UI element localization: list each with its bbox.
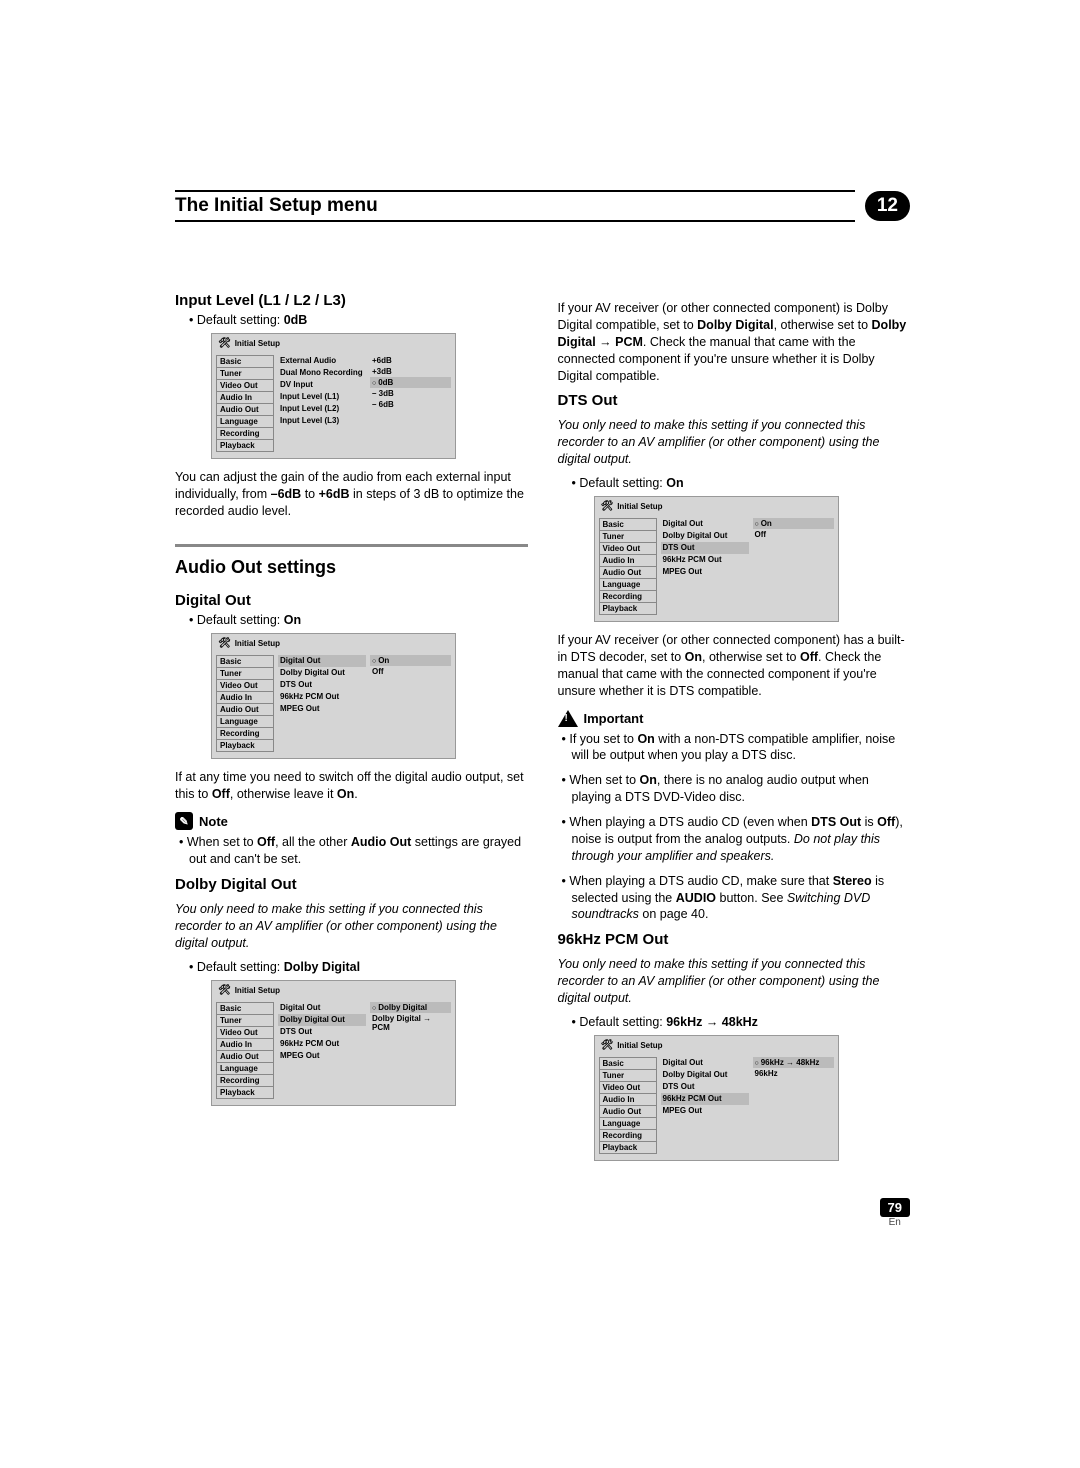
default-digital-out: Default setting: On — [189, 613, 528, 627]
warning-icon — [558, 710, 578, 727]
dts-condition: You only need to make this setting if yo… — [558, 417, 911, 468]
note-item: When set to Off, all the other Audio Out… — [189, 834, 528, 868]
important-item: When playing a DTS audio CD, make sure t… — [572, 873, 911, 924]
heading-dts: DTS Out — [558, 392, 911, 409]
wrench-icon: 🛠 — [218, 985, 231, 996]
dolby-condition: You only need to make this setting if yo… — [175, 901, 528, 952]
panel-digital-out: 🛠Initial Setup Basic Tuner Video Out Aud… — [211, 633, 456, 759]
important-item: When set to On, there is no analog audio… — [572, 772, 911, 806]
page-number: 79 En — [880, 1198, 910, 1228]
important-callout: Important — [558, 710, 911, 727]
dts-desc: If your AV receiver (or other connected … — [558, 632, 911, 700]
default-dolby: Default setting: Dolby Digital — [189, 960, 528, 974]
panel-dolby: 🛠Initial Setup Basic Tuner Video Out Aud… — [211, 980, 456, 1106]
chapter-number-badge: 12 — [865, 191, 910, 221]
digital-out-desc: If at any time you need to switch off th… — [175, 769, 528, 803]
right-column: If your AV receiver (or other connected … — [558, 292, 911, 1171]
default-dts: Default setting: On — [572, 476, 911, 490]
heading-input-level: Input Level (L1 / L2 / L3) — [175, 292, 528, 309]
heading-dolby: Dolby Digital Out — [175, 876, 528, 893]
panel-dts: 🛠Initial Setup Basic Tuner Video Out Aud… — [594, 496, 839, 622]
pcm-condition: You only need to make this setting if yo… — [558, 956, 911, 1007]
chapter-title: The Initial Setup menu — [175, 190, 855, 222]
wrench-icon: 🛠 — [601, 501, 614, 512]
input-level-desc: You can adjust the gain of the audio fro… — [175, 469, 528, 520]
heading-digital-out: Digital Out — [175, 592, 528, 609]
default-input-level: Default setting: 0dB — [189, 313, 528, 327]
dolby-desc: If your AV receiver (or other connected … — [558, 300, 911, 384]
note-callout: ✎ Note — [175, 812, 528, 830]
wrench-icon: 🛠 — [601, 1040, 614, 1051]
wrench-icon: 🛠 — [218, 338, 231, 349]
chapter-header: The Initial Setup menu 12 — [175, 190, 910, 222]
important-item: If you set to On with a non-DTS compatib… — [572, 731, 911, 765]
important-item: When playing a DTS audio CD (even when D… — [572, 814, 911, 865]
pencil-icon: ✎ — [175, 812, 193, 830]
left-column: Input Level (L1 / L2 / L3) Default setti… — [175, 292, 528, 1171]
heading-96khz: 96kHz PCM Out — [558, 931, 911, 948]
panel-input-level: 🛠Initial Setup Basic Tuner Video Out Aud… — [211, 333, 456, 459]
default-pcm: Default setting: 96kHz → 48kHz — [572, 1015, 911, 1029]
wrench-icon: 🛠 — [218, 638, 231, 649]
section-audio-out: Audio Out settings — [175, 544, 528, 578]
panel-pcm: 🛠Initial Setup Basic Tuner Video Out Aud… — [594, 1035, 839, 1161]
